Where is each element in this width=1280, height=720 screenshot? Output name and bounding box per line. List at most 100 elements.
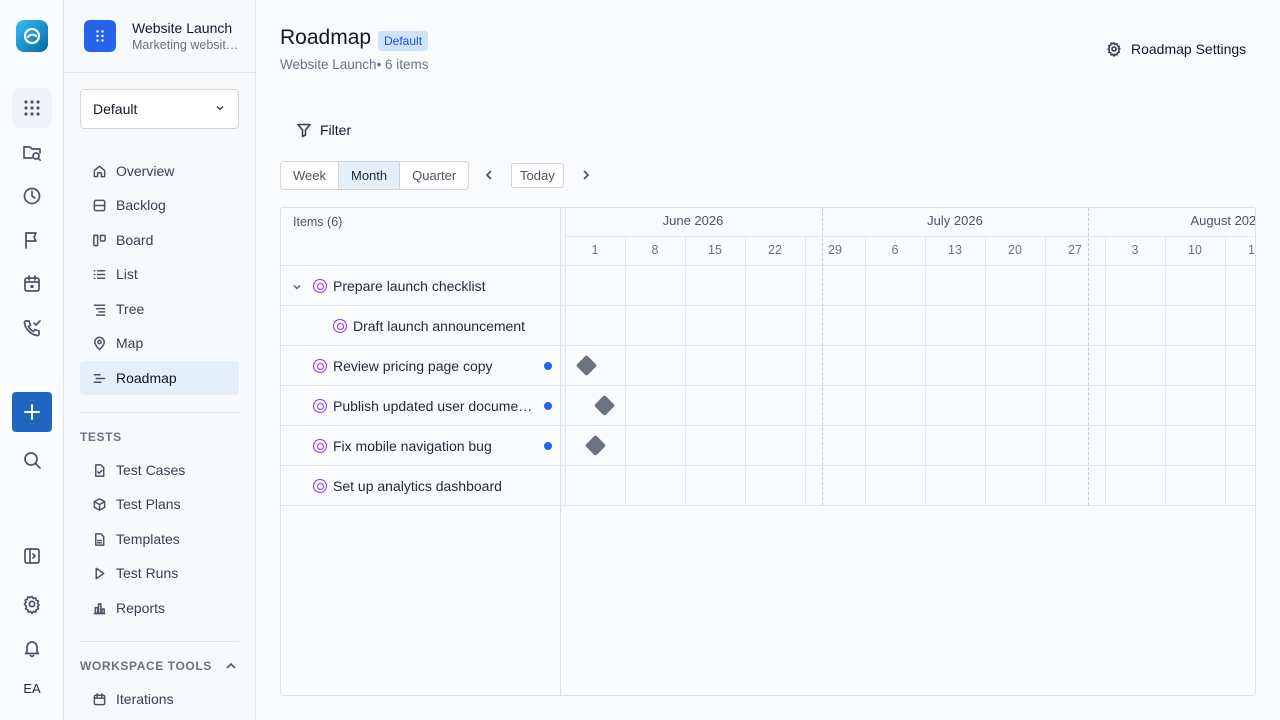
sidebar-item-reports[interactable]: Reports [80,591,239,625]
sidebar-toggle-icon[interactable] [12,536,52,576]
filter-button[interactable]: Filter [296,120,351,140]
item-title: Review pricing page copy [333,358,493,374]
status-dot [544,442,552,450]
week-gridline [925,237,926,505]
app-logo-icon[interactable] [16,20,48,52]
view-select-value: Default [93,101,138,117]
sidebar-item-roadmap[interactable]: Roadmap [80,361,239,395]
user-avatar[interactable]: EA [12,668,52,708]
item-title: Fix mobile navigation bug [333,438,492,454]
sidebar-item-templates[interactable]: Templates [80,522,239,556]
previous-period-button[interactable] [480,166,498,184]
sidebar-item-overview[interactable]: Overview [80,154,239,188]
project-grid-icon [84,20,116,52]
create-button[interactable] [12,392,52,432]
target-icon [313,439,327,453]
status-dot [544,362,552,370]
sidebar-item-board[interactable]: Board [80,223,239,257]
page-subtitle: Website Launch• 6 items [280,57,429,72]
page-title: Roadmap [280,26,372,49]
filter-icon [297,123,311,138]
clock-icon[interactable] [12,176,52,216]
roadmap-item-row[interactable]: Set up analytics dashboard [281,466,561,506]
roadmap-item-row[interactable]: Prepare launch checklist [281,266,561,306]
week-label: 15 [708,243,722,257]
roadmap-item-row[interactable]: Draft launch announcement [281,306,561,346]
sidebar-item-label: Test Plans [116,496,181,512]
item-title: Publish updated user documentation [333,398,536,414]
chevron-up-icon[interactable] [224,659,238,673]
project-description: Marketing website launch [132,38,240,52]
project-header[interactable]: Website Launch Marketing website launch [64,0,255,73]
week-label: 1 [591,243,599,257]
week-gridline [1165,237,1166,505]
sidebar-item-tree[interactable]: Tree [80,292,239,326]
roadmap-item-row[interactable]: Fix mobile navigation bug [281,426,561,466]
milestone-marker[interactable] [584,434,606,457]
week-label: 13 [948,243,962,257]
item-title: Prepare launch checklist [333,278,486,294]
roadmap-item-row[interactable]: Publish updated user documentation [281,386,561,426]
sidebar-item-iterations[interactable]: Iterations [80,682,239,716]
sidebar-item-label: Reports [116,600,166,616]
timeline: June 2026 July 2026 August 2026 1 8 15 22 29… [565,208,1255,695]
sidebar-item-label: Backlog [116,197,166,213]
bar-chart-icon [93,602,106,614]
sidebar-item-list[interactable]: List [80,257,239,291]
roadmap-item-row[interactable]: Review pricing page copy [281,346,561,386]
search-icon[interactable] [12,440,52,480]
roadmap-settings-button[interactable]: Roadmap Settings [1106,38,1246,60]
view-badge: Default [378,31,429,51]
today-button[interactable]: Today [511,163,564,188]
sidebar-item-test-runs[interactable]: Test Runs [80,556,239,590]
milestone-marker[interactable] [593,394,615,417]
sidebar-item-label: Map [116,335,144,351]
sidebar-item-backlog[interactable]: Backlog [80,188,239,222]
sidebar-item-label: Roadmap [116,370,177,386]
folder-search-icon[interactable] [12,132,52,172]
week-label: 10 [1188,243,1202,257]
zoom-quarter-button[interactable]: Quarter [400,162,468,189]
package-icon [93,497,106,511]
map-pin-icon [94,336,105,350]
chevron-down-icon[interactable] [291,280,303,292]
target-icon [313,479,327,493]
items-column-header: Items (6) [281,208,561,266]
sidebar-item-label: List [116,266,138,282]
zoom-month-button[interactable]: Month [339,162,401,189]
zoom-week-button[interactable]: Week [281,162,339,189]
view-select[interactable]: Default [80,89,239,129]
sidebar-divider [80,412,239,413]
week-label: 22 [768,243,782,257]
sidebar-item-label: Tree [116,301,145,317]
sidebar-item-test-cases[interactable]: Test Cases [80,453,239,487]
target-icon [313,359,327,373]
week-gridline [865,237,866,505]
sidebar-item-map[interactable]: Map [80,326,239,360]
month-divider [565,236,1255,237]
file-icon [95,532,105,546]
bell-icon[interactable] [12,628,52,668]
test-case-icon [95,463,105,477]
week-label: 8 [651,243,659,257]
phone-check-icon[interactable] [12,308,52,348]
next-period-button[interactable] [577,166,595,184]
home-icon [93,165,106,177]
apps-grid-icon[interactable] [12,88,52,128]
sidebar-item-test-plans[interactable]: Test Plans [80,487,239,521]
milestone-marker[interactable] [575,354,597,377]
chevron-right-icon [583,170,589,180]
flag-icon[interactable] [12,220,52,260]
week-gridline [625,237,626,505]
app-rail: EA [0,0,64,720]
project-sidebar: Website Launch Marketing website launch … [64,0,256,720]
section-label-workspace-tools: WORKSPACE TOOLS [80,659,212,673]
month-label: June 2026 [662,213,724,228]
roadmap-icon [93,373,106,383]
target-icon [313,279,327,293]
week-label: 27 [1068,243,1082,257]
calendar-icon[interactable] [12,264,52,304]
sidebar-item-label: Test Runs [116,565,179,581]
gear-icon[interactable] [12,584,52,624]
gear-icon [1107,41,1121,57]
